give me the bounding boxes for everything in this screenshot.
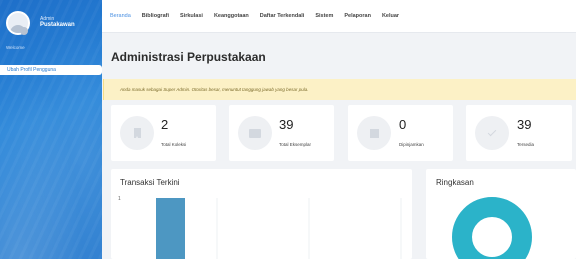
summary-chart — [452, 197, 532, 259]
nav-beranda[interactable]: Beranda — [110, 13, 131, 19]
stat-label: Total Koleksi — [161, 142, 187, 147]
avatar — [6, 11, 30, 35]
copies-icon — [249, 128, 261, 138]
stat-card-dipinjamkan: 0 Dipinjamkan — [348, 105, 453, 161]
stat-value: 39 — [279, 117, 294, 132]
nav-keanggotaan[interactable]: Keanggotaan — [214, 13, 249, 19]
admin-alert: Anda masuk sebagai Super Admin. Otoritas… — [103, 79, 576, 100]
page-title: Administrasi Perpustakaan — [111, 50, 266, 64]
user-info: Admin Pustakawan — [40, 16, 75, 30]
stat-value: 39 — [517, 117, 532, 132]
nav-sirkulasi[interactable]: Sirkulasi — [180, 13, 203, 19]
sidebar: Admin Pustakawan Welcome Ubah Profil Pen… — [0, 0, 102, 259]
stat-icon-circle — [475, 116, 509, 150]
stat-label: Tersedia — [517, 142, 535, 147]
book-icon — [133, 128, 141, 138]
stat-card-total-koleksi: 2 Total Koleksi — [111, 105, 216, 161]
check-icon — [487, 127, 497, 137]
user-name: Pustakawan — [40, 22, 75, 29]
stat-label: Dipinjamkan — [399, 142, 424, 147]
stat-label: Total Eksemplar — [279, 142, 312, 147]
donut-slice — [452, 197, 532, 259]
nav-sistem[interactable]: Sistem — [315, 13, 333, 19]
sidebar-background — [0, 0, 102, 259]
stat-icon-circle — [120, 116, 154, 150]
chart-y-tick: 1 — [118, 196, 121, 202]
avatar-head — [20, 27, 28, 35]
sidebar-section-label: Welcome — [6, 45, 25, 50]
transactions-chart: 1 — [118, 196, 402, 259]
nav-bibliografi[interactable]: Bibliografi — [142, 13, 169, 19]
user-profile: Admin Pustakawan — [6, 11, 75, 35]
stat-card-tersedia: 39 Tersedia — [466, 105, 572, 161]
nav-pelaporan[interactable]: Pelaporan — [344, 13, 371, 19]
stat-icon-circle — [357, 116, 391, 150]
summary-panel: Ringkasan — [426, 169, 576, 259]
stat-value: 0 — [399, 117, 407, 132]
transactions-panel: Transaksi Terkini 1 — [111, 169, 412, 259]
edit-profile-button[interactable]: Ubah Profil Pengguna — [0, 65, 102, 75]
stat-icon-circle — [238, 116, 272, 150]
top-navigation: Beranda Bibliografi Sirkulasi Keanggotaa… — [102, 0, 576, 33]
chart-bar — [156, 198, 185, 259]
nav-daftar-terkendali[interactable]: Daftar Terkendali — [260, 13, 305, 19]
stat-value: 2 — [161, 117, 169, 132]
nav-keluar[interactable]: Keluar — [382, 13, 399, 19]
box-icon — [369, 128, 379, 138]
stat-card-total-eksemplar: 39 Total Eksemplar — [229, 105, 334, 161]
